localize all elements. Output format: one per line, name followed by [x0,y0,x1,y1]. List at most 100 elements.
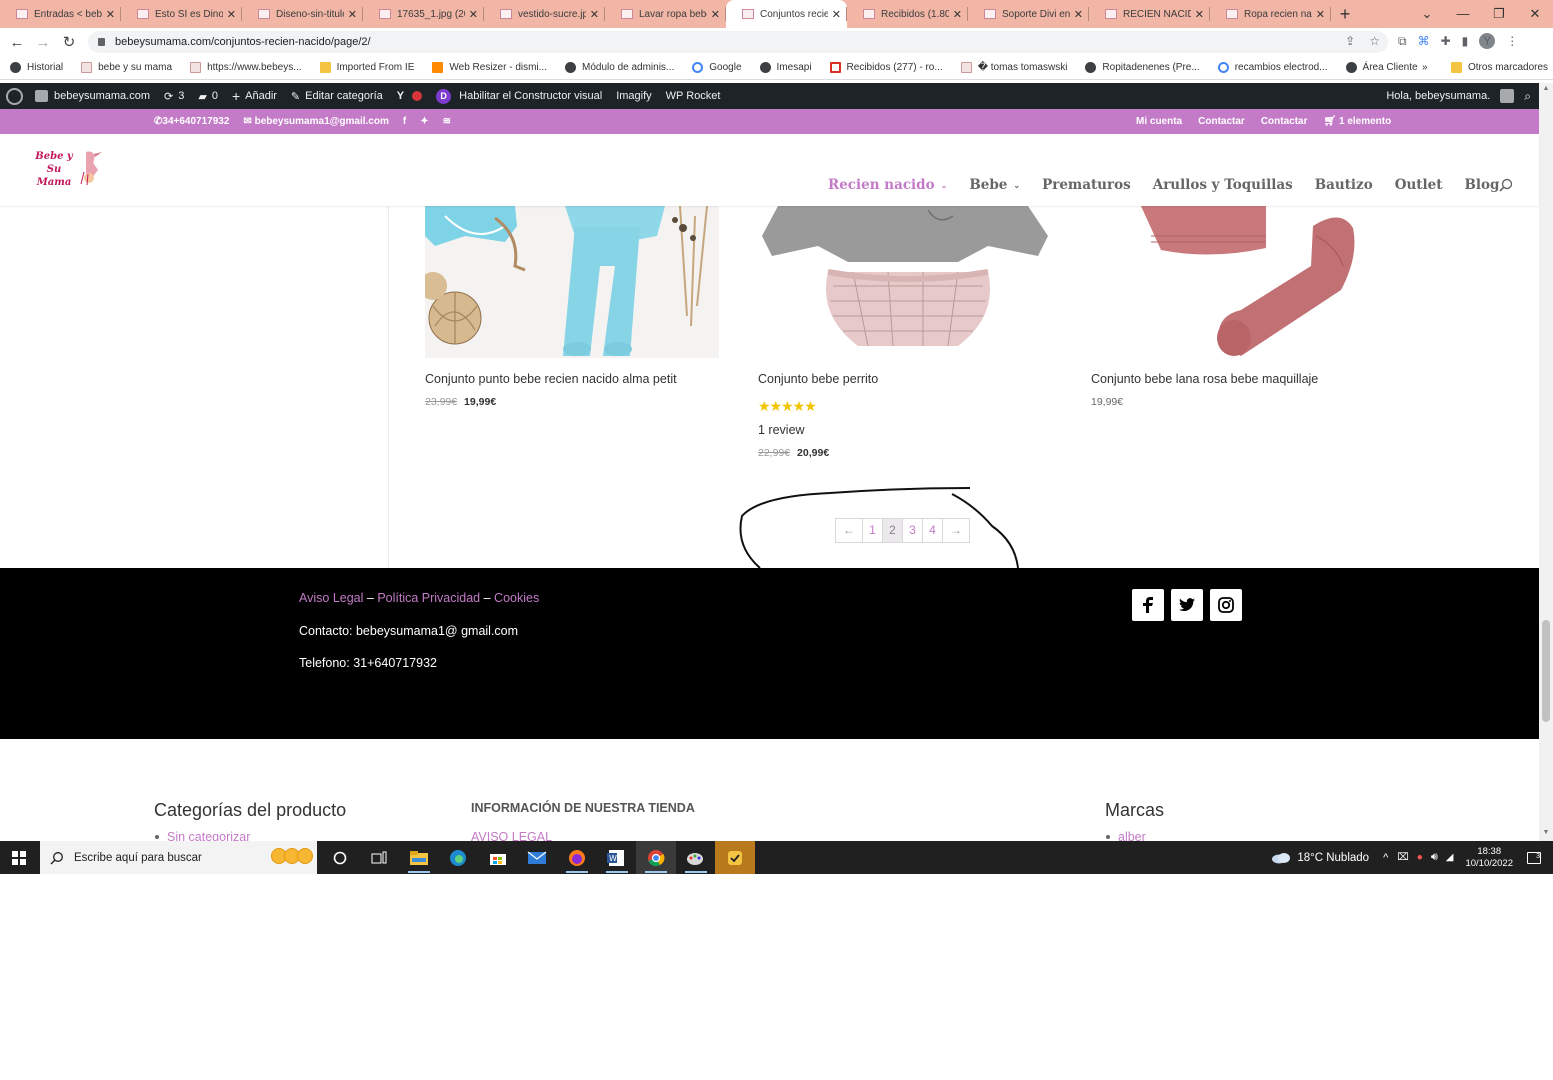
close-tab-icon[interactable]: ✕ [227,8,236,21]
windows-start-icon[interactable] [12,851,26,865]
nav-item-blog[interactable]: Blog [1465,177,1500,193]
back-button[interactable]: ← [4,34,30,51]
twitter-button[interactable] [1171,589,1203,621]
wp-imagify[interactable]: Imagify [616,90,651,102]
minimize-button[interactable]: — [1445,0,1481,28]
wordpress-logo-icon[interactable] [6,87,23,105]
store-icon[interactable] [478,841,518,874]
wp-yoast[interactable]: Y [397,90,423,102]
close-tab-icon[interactable]: ✕ [590,8,599,21]
browser-tab[interactable]: Recibidos (1.800) ✕ [847,0,968,28]
twitter-icon[interactable]: ✦ [420,116,428,127]
user-avatar[interactable] [1500,89,1515,103]
wp-greeting[interactable]: Hola, bebeysumama. [1386,90,1490,102]
chrome-icon[interactable] [636,841,676,874]
forward-button[interactable]: → [30,34,56,51]
browser-tab[interactable]: Ropa recien nacido ✕ [1210,0,1331,28]
info-link[interactable]: AVISO LEGAL [471,830,552,841]
reload-button[interactable]: ↻ [56,33,82,51]
instagram-button[interactable] [1210,589,1242,621]
brand-link[interactable]: alber [1118,830,1146,841]
wp-divi-builder[interactable]: D Habilitar el Constructor visual [436,88,602,104]
bookmark-item[interactable]: Módulo de adminis... [565,62,674,73]
word-icon[interactable]: W [597,841,637,874]
pagination-prev-button[interactable]: ← [835,518,863,543]
bookmark-item[interactable]: bebe y su mama [81,62,172,73]
scroll-down-icon[interactable]: ▼ [1539,829,1553,836]
puzzle-icon[interactable]: ✚ [1441,34,1451,48]
wp-edit-category[interactable]: ✎ Editar categoría [291,90,383,103]
paint-icon[interactable] [676,841,716,874]
translate-extension-icon[interactable]: ⌘ [1418,34,1430,48]
nav-item-bebe[interactable]: Bebe ⌄ [969,177,1020,193]
pagination-page-1[interactable]: 1 [862,518,883,543]
chevron-up-icon[interactable]: ^ [1383,852,1388,864]
bookmark-item[interactable]: Google [692,62,742,73]
address-bar[interactable]: bebeysumama.com/conjuntos-recien-nacido/… [88,31,1388,53]
pagination-page-3[interactable]: 3 [902,518,923,543]
close-tab-icon[interactable]: ✕ [106,8,115,21]
tab-search-icon[interactable]: ⌄ [1409,0,1445,28]
cortana-icon[interactable] [320,841,360,874]
browser-tab[interactable]: Conjuntos recien nacido ✕ [726,0,847,28]
privacy-link[interactable]: Política Privacidad [377,591,480,605]
search-icon[interactable]: ⌕ [1524,89,1531,104]
bookmark-item[interactable]: recambios electrod... [1217,62,1328,73]
browser-tab[interactable]: 17635_1.jpg (2000) ✕ [363,0,484,28]
code-extension-icon[interactable]: ⧉ [1398,34,1407,49]
pagination-next-button[interactable]: → [942,518,970,543]
contact-link-1[interactable]: Contactar [1198,116,1245,127]
bookmark-item[interactable]: https://www.bebeys... [190,62,302,73]
task-view-icon[interactable] [360,841,400,874]
sticky-app-icon[interactable] [715,841,755,874]
close-tab-icon[interactable]: ✕ [1074,8,1083,21]
bookmarks-overflow-button[interactable]: » [1422,62,1428,73]
browser-tab[interactable]: vestido-sucre.jpg ✕ [484,0,605,28]
antivirus-icon[interactable]: ● [1417,852,1423,863]
close-tab-icon[interactable]: ✕ [1316,8,1325,21]
wp-site-name[interactable]: bebeysumama.com [35,90,150,102]
bookmark-item[interactable]: Imesapi [759,62,812,73]
share-icon[interactable]: ⇪ [1345,34,1355,48]
email-info[interactable]: ✉ bebeysumama1@gmail.com [243,116,388,127]
browser-tab[interactable]: Esto SÍ es DinoRank ✕ [121,0,242,28]
star-icon[interactable]: ☆ [1369,34,1380,48]
bookmark-item[interactable]: Imported From IE [319,62,414,73]
new-tab-button[interactable]: + [1331,0,1359,28]
browser-tab[interactable]: Lavar ropa bebe ✕ [605,0,726,28]
speaker-icon[interactable]: 🔊︎ [1431,851,1438,864]
sidepanel-icon[interactable]: ▮ [1462,34,1469,48]
bookmark-item[interactable]: � tomas tomaswski [960,62,1067,73]
rss-icon[interactable]: ≋ [443,116,451,127]
contact-link-2[interactable]: Contactar [1261,116,1308,127]
browser-tab[interactable]: Soporte Divi en ✕ [968,0,1089,28]
browser-tab[interactable]: Diseno-sin-titulo ✕ [242,0,363,28]
facebook-icon[interactable]: f [403,116,406,127]
mail-icon[interactable] [518,841,558,874]
my-account-link[interactable]: Mi cuenta [1136,116,1182,127]
nav-item-prematuros[interactable]: Prematuros [1042,177,1131,193]
wp-updates[interactable]: ⟳ 3 [164,90,184,103]
profile-avatar[interactable]: Y [1479,33,1496,49]
wp-rocket[interactable]: WP Rocket [666,90,721,102]
taskbar-search[interactable]: Escribe aquí para buscar [40,841,317,874]
close-tab-icon[interactable]: ✕ [1195,8,1204,21]
bookmark-item[interactable]: Ropitadenenes (Pre... [1085,62,1200,73]
category-link[interactable]: Sin categorizar [167,830,250,841]
edge-icon[interactable] [439,841,479,874]
pagination-page-2[interactable]: 2 [882,518,903,543]
file-explorer-icon[interactable] [399,841,439,874]
scroll-up-icon[interactable]: ▲ [1539,85,1553,92]
bookmark-item[interactable]: Recibidos (277) - ro... [829,62,943,73]
site-logo[interactable]: Bebe y Su Mama [30,148,102,188]
nav-item-outlet[interactable]: Outlet [1395,177,1443,193]
close-tab-icon[interactable]: ✕ [348,8,357,21]
wp-add-new[interactable]: + Añadir [232,88,277,104]
restore-button[interactable]: ❐ [1481,0,1517,28]
nav-item-arullos-y-toquillas[interactable]: Arullos y Toquillas [1153,177,1293,193]
browser-tab[interactable]: RECIEN NACIDO ✕ [1089,0,1210,28]
scrollbar-thumb[interactable] [1542,620,1550,722]
clock[interactable]: 18:38 10/10/2022 [1465,846,1513,870]
close-tab-icon[interactable]: ✕ [832,8,841,21]
cookies-link[interactable]: Cookies [494,591,539,605]
